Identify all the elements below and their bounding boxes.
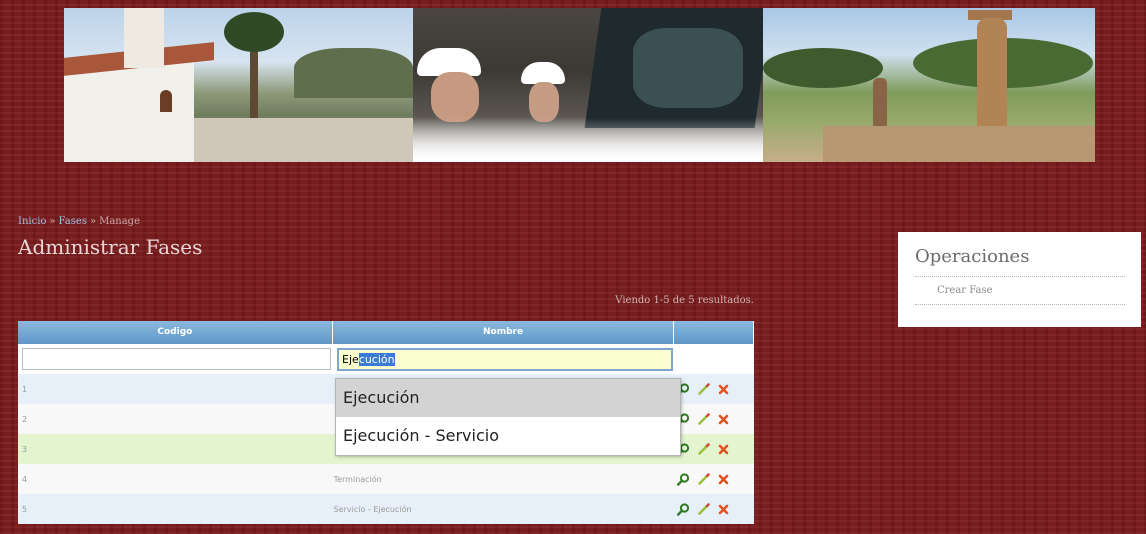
breadcrumb-separator: » bbox=[89, 216, 97, 227]
banner-photo-chapel bbox=[64, 8, 413, 162]
filter-cell-codigo bbox=[18, 348, 333, 371]
banner-photo-park-sculpture bbox=[763, 8, 1095, 162]
cell-codigo: 1 bbox=[22, 384, 28, 394]
results-summary: Viendo 1-5 de 5 resultados. bbox=[615, 295, 754, 306]
breadcrumb-separator: » bbox=[49, 216, 56, 227]
delete-icon[interactable] bbox=[716, 411, 732, 427]
table-row[interactable]: 5 Servicio - Ejecución bbox=[18, 494, 754, 524]
breadcrumb: Inicio» Fases» Manage bbox=[18, 216, 140, 227]
table-row[interactable]: 4 Terminación bbox=[18, 464, 754, 494]
column-header-nombre[interactable]: Nombre bbox=[333, 321, 675, 344]
view-icon[interactable] bbox=[676, 501, 692, 517]
delete-icon[interactable] bbox=[716, 501, 732, 517]
row-actions bbox=[668, 471, 754, 487]
portlet-divider bbox=[915, 304, 1125, 305]
breadcrumb-current: Manage bbox=[99, 216, 141, 227]
cell-nombre: Servicio - Ejecución bbox=[333, 504, 412, 514]
breadcrumb-home-link[interactable]: Inicio bbox=[18, 216, 46, 227]
grid-header: Codigo Nombre bbox=[18, 321, 754, 344]
cell-codigo: 5 bbox=[22, 504, 28, 514]
edit-icon[interactable] bbox=[696, 501, 712, 517]
delete-icon[interactable] bbox=[716, 381, 732, 397]
view-icon[interactable] bbox=[676, 471, 692, 487]
header-banner bbox=[64, 8, 1095, 162]
autocomplete-option[interactable]: Ejecución bbox=[336, 379, 680, 417]
crear-fase-link[interactable]: Crear Fase bbox=[937, 285, 1125, 296]
cell-nombre: Terminación bbox=[333, 474, 382, 484]
nombre-typed-text: Eje bbox=[342, 352, 359, 366]
nombre-autocomplete-list: Ejecución Ejecución - Servicio bbox=[335, 378, 681, 456]
cell-codigo: 3 bbox=[22, 444, 28, 454]
row-actions bbox=[668, 501, 754, 517]
column-header-codigo[interactable]: Codigo bbox=[18, 321, 333, 344]
edit-icon[interactable] bbox=[696, 381, 712, 397]
operations-title: Operaciones bbox=[915, 246, 1125, 277]
cell-codigo: 2 bbox=[22, 414, 28, 424]
delete-icon[interactable] bbox=[716, 471, 732, 487]
filter-cell-nombre: Ejecución bbox=[333, 347, 675, 371]
autocomplete-option[interactable]: Ejecución - Servicio bbox=[336, 417, 680, 455]
edit-icon[interactable] bbox=[696, 411, 712, 427]
banner-photo-engineers bbox=[413, 8, 763, 162]
cell-codigo: 4 bbox=[22, 474, 28, 484]
page-title: Administrar Fases bbox=[18, 235, 203, 259]
edit-icon[interactable] bbox=[696, 441, 712, 457]
delete-icon[interactable] bbox=[716, 441, 732, 457]
edit-icon[interactable] bbox=[696, 471, 712, 487]
nombre-filter-input[interactable]: Ejecución bbox=[337, 347, 673, 371]
nombre-autocomplete-selection: cución bbox=[358, 352, 395, 366]
breadcrumb-fases-link[interactable]: Fases bbox=[59, 216, 87, 227]
codigo-filter-input[interactable] bbox=[22, 348, 331, 371]
operations-portlet: Operaciones Crear Fase bbox=[898, 232, 1141, 327]
filter-row: Ejecución bbox=[18, 344, 754, 374]
column-header-actions bbox=[674, 321, 754, 344]
